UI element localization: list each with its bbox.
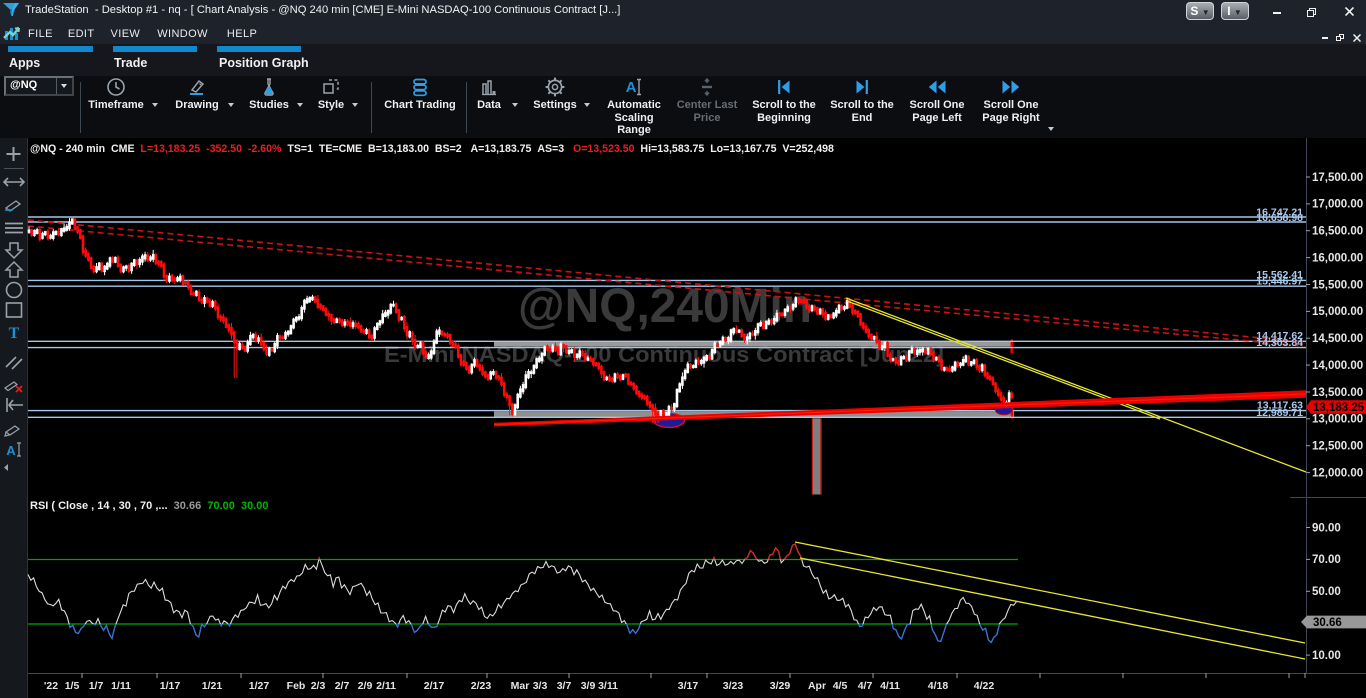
svg-text:1/27: 1/27: [249, 680, 270, 692]
svg-text:16,000.00: 16,000.00: [1312, 252, 1363, 264]
svg-text:2/17: 2/17: [424, 680, 445, 692]
svg-text:@NQ,240Min: @NQ,240Min: [518, 280, 812, 333]
svg-text:12,000.00: 12,000.00: [1312, 467, 1363, 479]
svg-text:14,000.00: 14,000.00: [1312, 360, 1363, 372]
svg-text:15,446.97: 15,446.97: [1256, 276, 1303, 288]
svg-text:2/11: 2/11: [376, 680, 396, 692]
svg-text:3/11: 3/11: [598, 680, 618, 692]
svg-text:30.66: 30.66: [1313, 617, 1342, 629]
svg-text:14,500.00: 14,500.00: [1312, 333, 1363, 345]
svg-text:'22: '22: [44, 680, 58, 692]
svg-text:13,183.25: 13,183.25: [1313, 402, 1365, 414]
svg-text:15,000.00: 15,000.00: [1312, 306, 1363, 318]
svg-text:3/7: 3/7: [557, 680, 572, 692]
svg-text:3/23: 3/23: [723, 680, 744, 692]
svg-text:2/3: 2/3: [311, 680, 326, 692]
svg-text:70.00: 70.00: [1312, 554, 1341, 566]
svg-text:1/17: 1/17: [160, 680, 181, 692]
svg-text:Feb: Feb: [287, 680, 306, 692]
svg-text:17,000.00: 17,000.00: [1312, 199, 1363, 211]
svg-text:1/7: 1/7: [89, 680, 104, 692]
svg-text:90.00: 90.00: [1312, 522, 1341, 534]
svg-text:17,500.00: 17,500.00: [1312, 172, 1363, 184]
svg-text:3/29: 3/29: [770, 680, 791, 692]
svg-text:13,500.00: 13,500.00: [1312, 387, 1363, 399]
svg-text:@NQ - 240 min CME L=13,183.2: @NQ - 240 min CME L=13,183.25 -352.50 -2…: [30, 143, 834, 155]
svg-text:4/18: 4/18: [928, 680, 949, 692]
svg-text:2/23: 2/23: [471, 680, 492, 692]
svg-text:3/9: 3/9: [581, 680, 596, 692]
svg-text:16,658.98: 16,658.98: [1256, 212, 1303, 224]
svg-text:10.00: 10.00: [1312, 650, 1341, 662]
svg-text:3/3: 3/3: [533, 680, 548, 692]
svg-text:15,500.00: 15,500.00: [1312, 279, 1363, 291]
svg-text:RSI ( Close , 14 , 30 , 70 ,..: RSI ( Close , 14 , 30 , 70 ,... 30.66 70…: [30, 500, 269, 512]
svg-text:3/17: 3/17: [678, 680, 699, 692]
svg-text:1/5: 1/5: [65, 680, 80, 692]
svg-text:50.00: 50.00: [1312, 586, 1341, 598]
svg-text:2/7: 2/7: [335, 680, 350, 692]
svg-text:14,303.84: 14,303.84: [1256, 337, 1303, 349]
svg-text:Apr: Apr: [808, 680, 826, 692]
svg-text:Mar: Mar: [511, 680, 530, 692]
svg-text:4/22: 4/22: [974, 680, 995, 692]
svg-text:13,000.00: 13,000.00: [1312, 414, 1363, 426]
svg-text:1/21: 1/21: [202, 680, 223, 692]
svg-text:2/9: 2/9: [358, 680, 373, 692]
svg-text:1/11: 1/11: [111, 680, 131, 692]
svg-text:12,989.71: 12,989.71: [1256, 407, 1303, 419]
svg-text:16,500.00: 16,500.00: [1312, 226, 1363, 238]
svg-text:4/7: 4/7: [858, 680, 873, 692]
svg-text:12,500.00: 12,500.00: [1312, 441, 1363, 453]
svg-text:4/11: 4/11: [880, 680, 900, 692]
svg-text:4/5: 4/5: [833, 680, 848, 692]
